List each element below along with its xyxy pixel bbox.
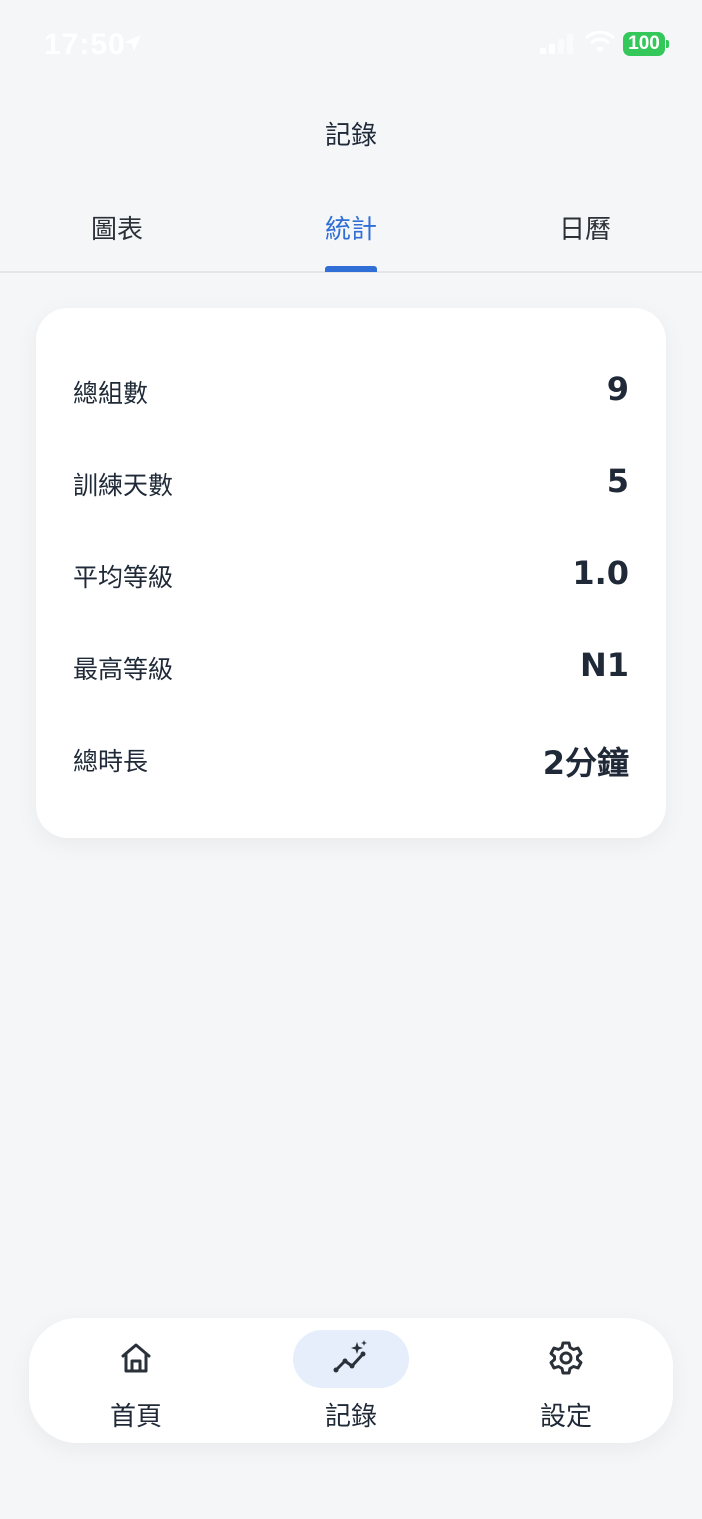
cellular-signal-icon — [540, 34, 573, 54]
status-time: 17:50 — [44, 28, 126, 61]
home-icon — [121, 1343, 151, 1373]
battery-cap — [666, 40, 669, 48]
stat-label: 總時長 — [73, 747, 149, 776]
location-arrow-icon — [125, 35, 141, 51]
sparkle-chart-icon — [333, 1340, 367, 1373]
wifi-icon — [585, 30, 615, 52]
stat-row-training-days: 訓練天數 5 — [73, 452, 629, 512]
active-tab-indicator — [325, 266, 377, 272]
stat-label: 總組數 — [73, 379, 149, 408]
stat-row-total-sets: 總組數 9 — [73, 360, 629, 420]
page-title: 記錄 — [324, 121, 377, 151]
nav-item-home[interactable]: 首頁 — [56, 1318, 216, 1443]
tab-calendar[interactable]: 日曆 — [505, 209, 665, 246]
stat-row-average-level: 平均等級 1.0 — [73, 544, 629, 604]
status-bar: 17:50 100 — [0, 0, 702, 90]
nav-label: 記錄 — [324, 1402, 377, 1432]
tab-stats[interactable]: 統計 — [271, 209, 431, 246]
stat-row-highest-level: 最高等級 N1 — [73, 636, 629, 696]
stat-value: 9 — [606, 370, 629, 408]
stat-value: 5 — [606, 462, 629, 500]
gear-icon — [549, 1341, 583, 1375]
nav-item-settings[interactable]: 設定 — [486, 1318, 646, 1443]
nav-label: 設定 — [539, 1402, 592, 1432]
tab-bar: 圖表 統計 日曆 — [0, 195, 702, 273]
nav-item-records[interactable]: 記錄 — [271, 1318, 431, 1443]
nav-label: 首頁 — [109, 1402, 162, 1432]
stat-label: 訓練天數 — [73, 471, 174, 500]
stat-value: 2分鐘 — [542, 744, 629, 782]
stats-card: 總組數 9 訓練天數 5 平均等級 1.0 最高等級 N1 總時長 2分鐘 — [36, 308, 666, 838]
battery-icon: 100 — [623, 32, 665, 56]
stat-row-total-duration: 總時長 2分鐘 — [73, 728, 629, 788]
stat-label: 最高等級 — [73, 655, 174, 684]
stat-value: 1.0 — [572, 554, 629, 592]
tab-chart[interactable]: 圖表 — [37, 209, 197, 246]
stat-value: N1 — [579, 646, 629, 684]
bottom-nav: 首頁 記錄 設定 — [29, 1318, 673, 1443]
stat-label: 平均等級 — [73, 563, 174, 592]
